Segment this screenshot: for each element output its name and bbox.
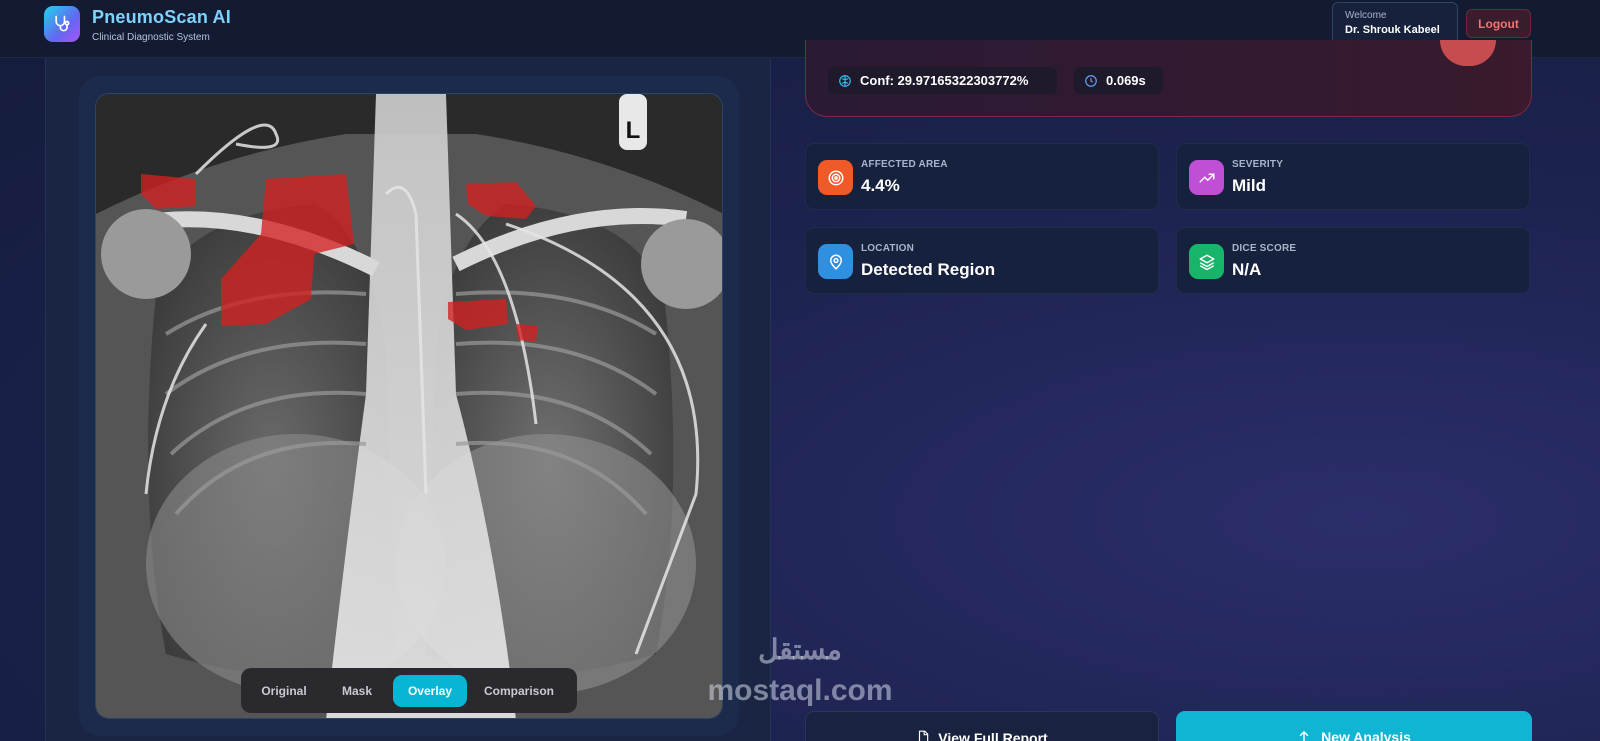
arrow-up-icon <box>1297 729 1311 741</box>
tab-mask[interactable]: Mask <box>321 675 393 707</box>
stat-label: LOCATION <box>861 243 915 254</box>
tab-original[interactable]: Original <box>247 675 321 707</box>
watermark-arabic: مستقل <box>758 634 842 665</box>
stat-label: SEVERITY <box>1232 159 1284 170</box>
app-subtitle: Clinical Diagnostic System <box>92 32 210 43</box>
watermark: مستقل mostaql.com <box>700 636 900 706</box>
tab-overlay[interactable]: Overlay <box>393 674 467 707</box>
stat-value: Mild <box>1232 176 1266 195</box>
confidence-value: Conf: 29.97165322303772% <box>860 73 1029 88</box>
map-pin-icon <box>818 244 853 279</box>
time-value: 0.069s <box>1106 73 1146 88</box>
stat-card-dice-score: DICE SCORE N/A <box>1176 227 1530 294</box>
file-icon <box>916 730 930 741</box>
target-icon <box>818 160 853 195</box>
stethoscope-icon <box>44 6 80 42</box>
stat-card-affected-area: AFFECTED AREA 4.4% <box>805 143 1159 210</box>
tab-comparison[interactable]: Comparison <box>467 675 571 707</box>
stat-value: Detected Region <box>861 260 996 279</box>
brain-icon <box>838 74 852 88</box>
time-chip: 0.069s <box>1074 67 1163 94</box>
welcome-label: Welcome <box>1345 10 1387 21</box>
stat-label: AFFECTED AREA <box>861 159 948 170</box>
layers-icon <box>1189 244 1224 279</box>
view-mode-toggle: Original Mask Overlay Comparison <box>241 668 577 713</box>
confidence-chip: Conf: 29.97165322303772% <box>828 67 1057 94</box>
stat-value: 4.4% <box>861 176 900 195</box>
logout-button[interactable]: Logout <box>1466 9 1531 38</box>
xray-viewer[interactable]: L <box>95 93 723 719</box>
clock-icon <box>1084 74 1098 88</box>
watermark-latin: mostaql.com <box>707 674 893 707</box>
view-report-label: View Full Report <box>938 730 1048 741</box>
new-analysis-label: New Analysis <box>1321 729 1411 741</box>
stat-card-severity: SEVERITY Mild <box>1176 143 1530 210</box>
new-analysis-button[interactable]: New Analysis <box>1176 711 1532 741</box>
stat-value: N/A <box>1232 260 1262 279</box>
user-name: Dr. Shrouk Kabeel <box>1345 24 1440 36</box>
stat-label: DICE SCORE <box>1232 243 1297 254</box>
side-marker-label: L <box>626 117 641 144</box>
trend-up-icon <box>1189 160 1224 195</box>
xray-overlay-image: L <box>96 94 722 718</box>
stat-card-location: LOCATION Detected Region <box>805 227 1159 294</box>
view-report-button[interactable]: View Full Report <box>805 711 1159 741</box>
app-title: PneumoScan AI <box>92 7 231 27</box>
